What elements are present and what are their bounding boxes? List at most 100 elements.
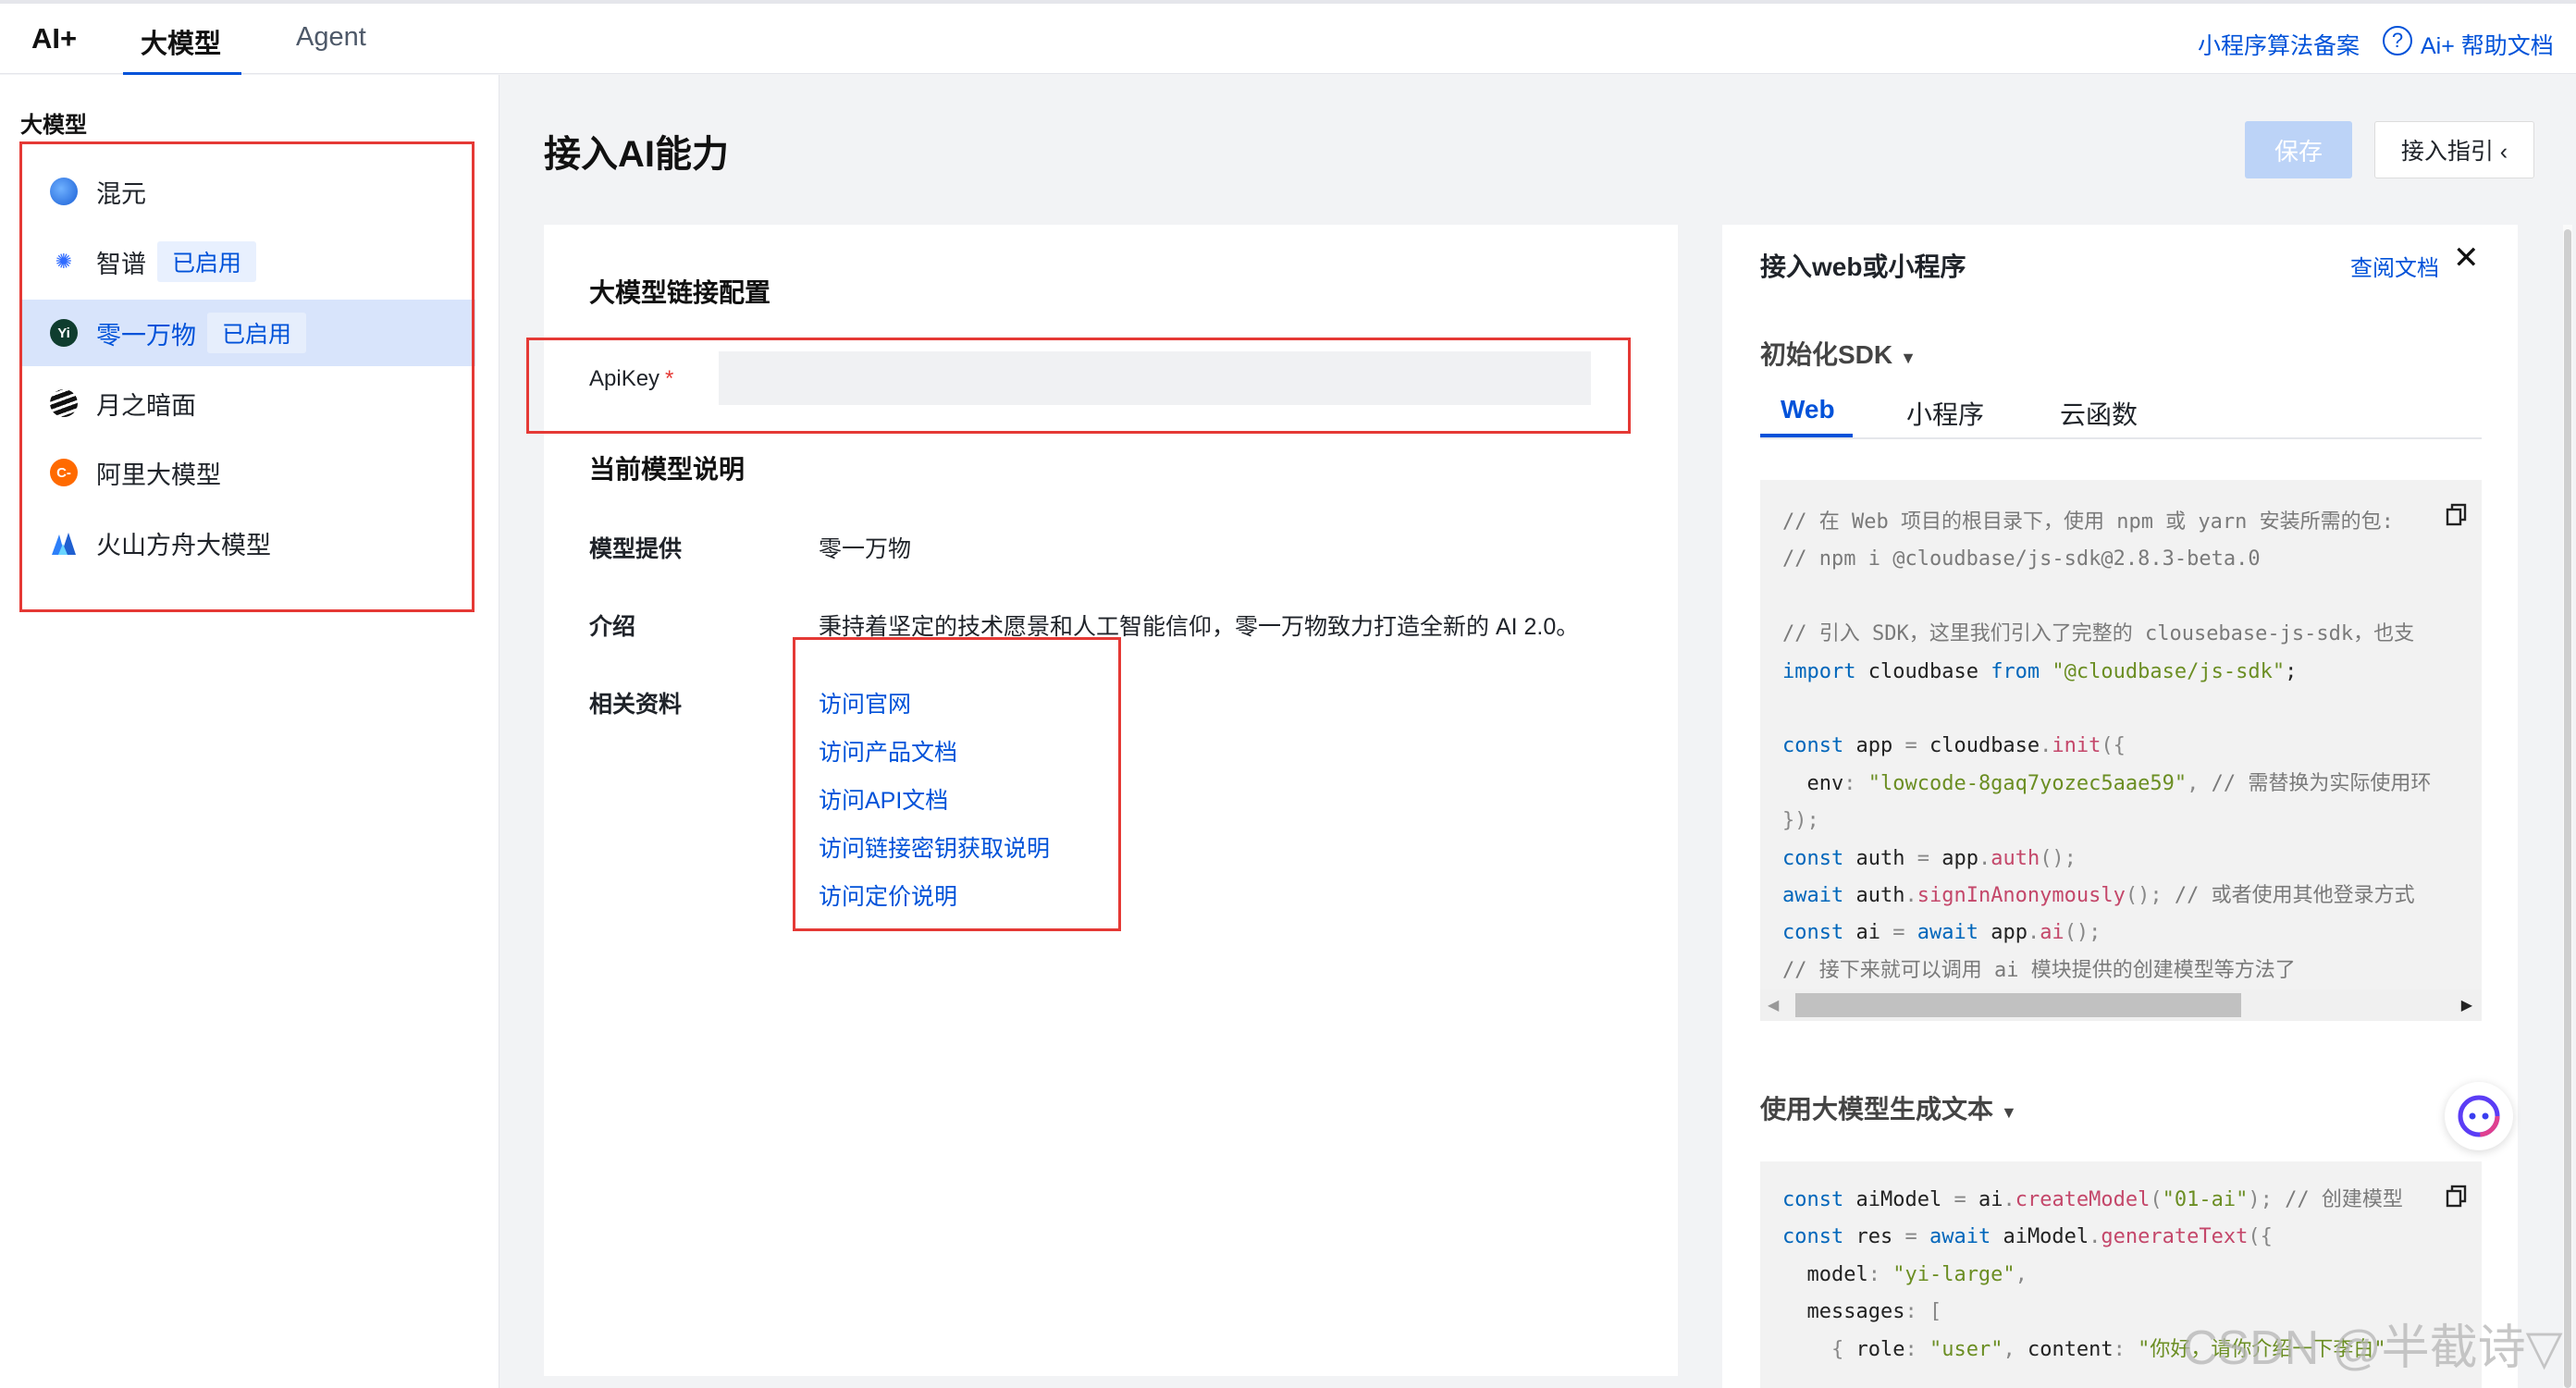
scroll-left-icon[interactable]: ◀ (1768, 996, 1779, 1014)
code-line: // 在 Web 项目的根目录下，使用 npm 或 yarn 安装所需的包: (1782, 506, 2394, 539)
brand-logo: AI+ (31, 22, 78, 55)
code-token: ({ (2248, 1225, 2273, 1249)
code-token: (); (2125, 884, 2175, 907)
horizontal-scrollbar[interactable]: ◀ ▶ (1760, 989, 2482, 1021)
status-badge: 已启用 (207, 313, 307, 353)
scrollbar-thumb[interactable] (2564, 229, 2571, 1388)
code-token: // 或者使用其他登录方式 (2174, 884, 2415, 907)
sidebar-item-zhipu[interactable]: ✺ 智谱 已启用 (22, 228, 475, 295)
code-line: const ai = await app.ai(); (1782, 916, 2101, 950)
code-token: env (1782, 771, 1844, 795)
code-line: const aiModel = ai.createModel("01-ai");… (1782, 1184, 2403, 1217)
code-token: const (1782, 1225, 1844, 1249)
provider-label: 模型提供 (589, 536, 683, 562)
api-docs-link[interactable]: 访问API文档 (819, 782, 948, 816)
close-icon[interactable]: ✕ (2453, 242, 2480, 274)
copy-icon[interactable] (2445, 1184, 2469, 1208)
code-line: import cloudbase from "@cloudbase/js-sdk… (1782, 656, 2297, 689)
integration-guide-button[interactable]: 接入指引 ‹ (2374, 121, 2534, 178)
sidebar-item-label: 火山方舟大模型 (96, 531, 271, 559)
tab-web[interactable]: Web (1781, 395, 1835, 424)
zhipu-icon: ✺ (50, 248, 78, 276)
scroll-right-icon[interactable]: ▶ (2461, 996, 2472, 1014)
code-token: "01-ai" (2162, 1188, 2249, 1211)
code-token: ({ (2101, 734, 2126, 758)
product-docs-link[interactable]: 访问产品文档 (819, 734, 957, 768)
code-token: , (2003, 1337, 2028, 1361)
key-guide-link[interactable]: 访问链接密钥获取说明 (819, 830, 1050, 864)
code-token: generateText (2101, 1225, 2249, 1249)
code-token: . (2089, 1225, 2101, 1249)
apikey-label: ApiKey * (589, 366, 674, 391)
intro-value: 秉持着坚定的技术愿景和人工智能信仰，零一万物致力打造全新的 AI 2.0。 (819, 614, 1580, 640)
init-code-block[interactable]: // 在 Web 项目的根目录下，使用 npm 或 yarn 安装所需的包: //… (1760, 480, 2482, 989)
view-docs-link[interactable]: 查阅文档 (2350, 250, 2439, 282)
code-token: content (2027, 1337, 2114, 1361)
apikey-input[interactable] (719, 351, 1591, 405)
generate-text-heading[interactable]: 使用大模型生成文本 ▼ (1760, 1089, 2017, 1126)
tab-agent[interactable]: Agent (296, 22, 366, 53)
code-token: ai (1843, 921, 1893, 945)
copy-icon[interactable] (2445, 502, 2469, 526)
status-badge: 已启用 (157, 241, 257, 282)
code-token: ( (2150, 1188, 2163, 1211)
sidebar-title: 大模型 (20, 113, 87, 138)
code-token: { (1782, 1337, 1856, 1361)
provider-value: 零一万物 (819, 536, 912, 562)
code-token: . (2027, 921, 2040, 945)
scrollbar-thumb[interactable] (1795, 993, 2241, 1017)
tab-large-model[interactable]: 大模型 (141, 22, 221, 61)
sidebar-item-lingyiwanwu[interactable]: Yi 零一万物 已启用 (22, 300, 475, 366)
code-token: model (1782, 1262, 1868, 1286)
code-token: await (1929, 1225, 1991, 1249)
code-token: import (1782, 659, 1856, 683)
page-title: 接入AI能力 (544, 134, 729, 175)
tab-cloud-function[interactable]: 云函数 (2060, 395, 2138, 432)
code-token: signInAnonymously (1917, 884, 2126, 907)
code-token: . (1978, 846, 1991, 870)
sidebar-item-moonshot[interactable]: 月之暗面 (22, 370, 475, 436)
official-site-link[interactable]: 访问官网 (819, 686, 911, 719)
code-token: const (1782, 734, 1844, 758)
tab-miniprogram[interactable]: 小程序 (1906, 395, 1984, 432)
help-docs-link[interactable]: Ai+ 帮助文档 (2421, 28, 2554, 61)
caret-down-icon: ▼ (2001, 1103, 2017, 1122)
code-token: : (2113, 1337, 2138, 1361)
sidebar-item-aliyun[interactable]: C- 阿里大模型 (22, 439, 475, 506)
sidebar-item-label: 混元 (96, 179, 146, 208)
vertical-scrollbar[interactable] (2563, 225, 2572, 1388)
code-token: : (1904, 1337, 1929, 1361)
code-token: messages (1782, 1300, 1905, 1324)
code-token: from (1991, 659, 2040, 683)
algorithm-filing-link[interactable]: 小程序算法备案 (2198, 28, 2360, 61)
code-token: (); (2040, 846, 2077, 870)
code-token: : (1843, 771, 1868, 795)
save-button[interactable]: 保存 (2245, 121, 2352, 178)
pricing-link[interactable]: 访问定价说明 (819, 878, 957, 912)
code-token: // 接下来就可以调用 ai 模块提供的创建模型等方法了 (1782, 958, 2296, 982)
code-token: : [ (1904, 1300, 1942, 1324)
sidebar-item-label: 阿里大模型 (96, 461, 221, 489)
code-line: }); (1782, 805, 1819, 838)
top-navigation-bar: AI+ 大模型 Agent 小程序算法备案 ? Ai+ 帮助文档 (0, 0, 2576, 76)
code-token: = (1892, 921, 1917, 945)
code-token: // npm i @cloudbase/js-sdk@2.8.3-beta.0 (1782, 547, 2261, 571)
sidebar-item-hunyuan[interactable]: 混元 (22, 158, 475, 225)
code-line: const auth = app.auth(); (1782, 842, 2077, 876)
assistant-bot-button[interactable] (2445, 1082, 2513, 1150)
moonshot-icon (50, 389, 78, 417)
init-sdk-heading[interactable]: 初始化SDK ▼ (1760, 335, 1917, 372)
sidebar-item-volcengine[interactable]: 火山方舟大模型 (22, 510, 475, 576)
help-icon[interactable]: ? (2383, 26, 2412, 55)
code-token: aiModel (1843, 1188, 1954, 1211)
code-token: auth (1991, 846, 2040, 870)
code-token: app (1978, 921, 2028, 945)
code-token: "lowcode-8gaq7yozec5aae59" (1867, 771, 2188, 795)
code-line: model: "yi-large", (1782, 1259, 2027, 1292)
code-token: const (1782, 846, 1844, 870)
code-token: // 引入 SDK，这里我们引入了完整的 clousebase-js-sdk，也… (1782, 622, 2415, 646)
caret-down-icon: ▼ (1900, 349, 1917, 367)
code-line: const app = cloudbase.init({ (1782, 730, 2126, 763)
code-line: await auth.signInAnonymously(); // 或者使用其… (1782, 879, 2415, 913)
code-line: // 接下来就可以调用 ai 模块提供的创建模型等方法了 (1782, 954, 2296, 988)
